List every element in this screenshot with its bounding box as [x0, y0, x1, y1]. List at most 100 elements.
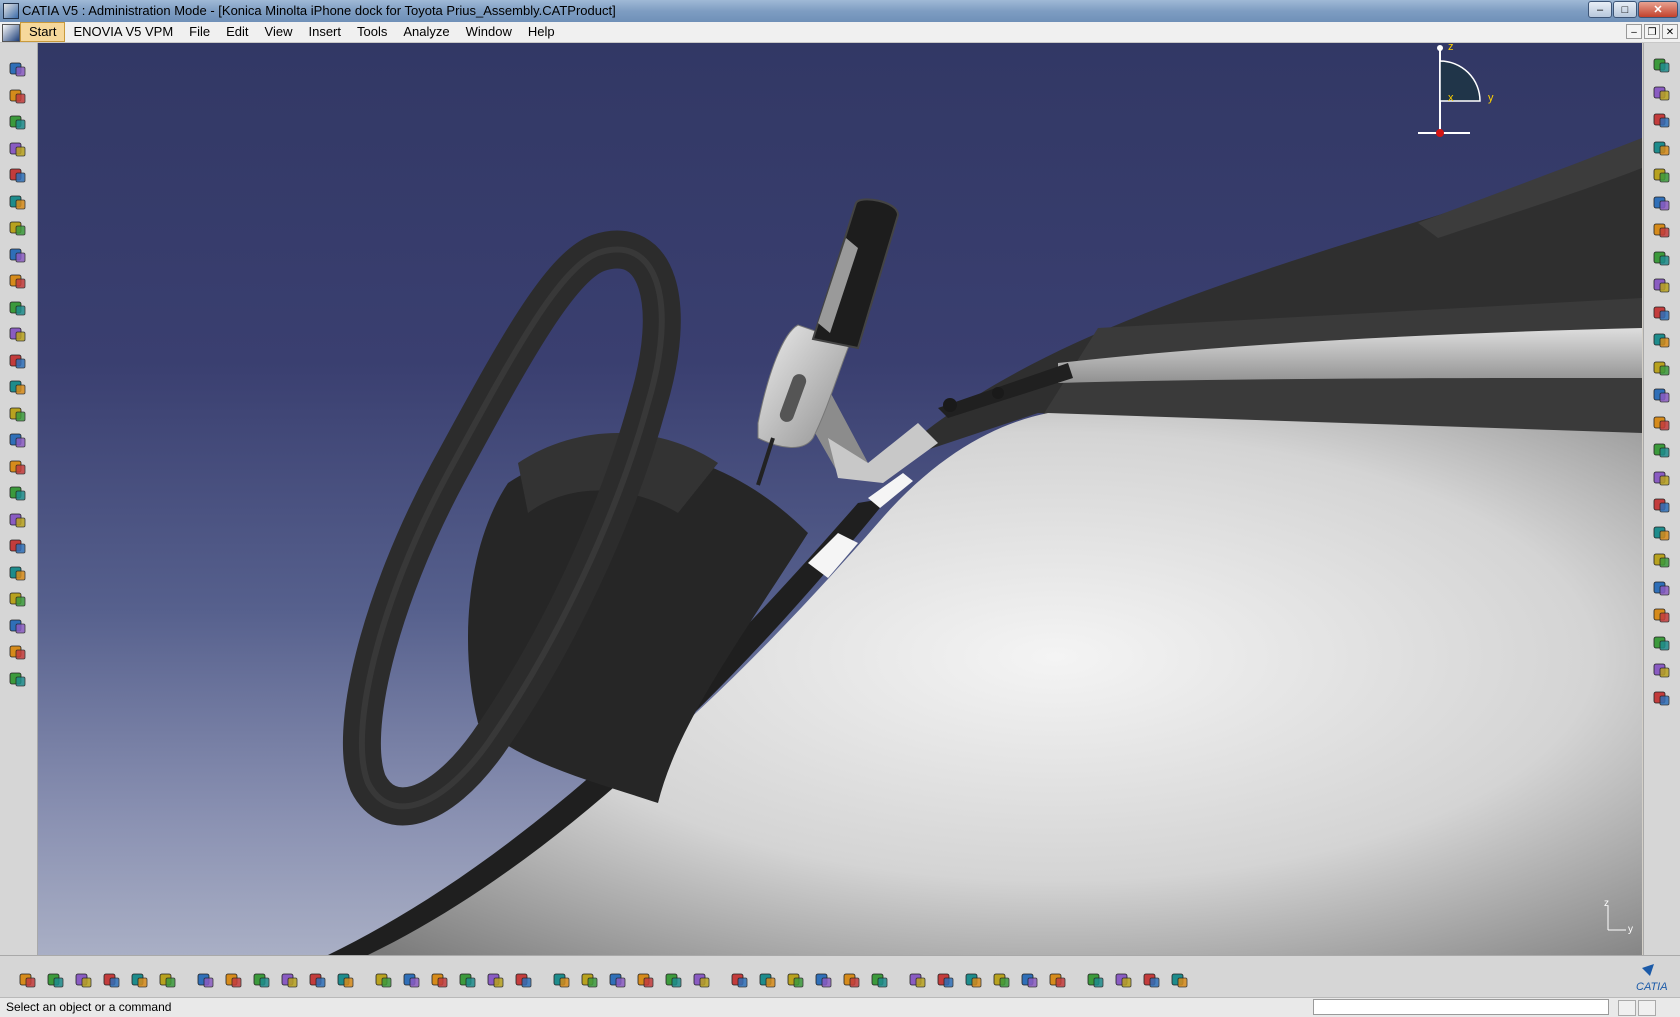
offset-icon[interactable] [1652, 440, 1672, 460]
zoom-out-icon[interactable] [664, 970, 684, 990]
lock-icon[interactable] [458, 970, 478, 990]
open-icon[interactable] [46, 970, 66, 990]
flag-note-icon[interactable] [8, 510, 28, 530]
contact-icon[interactable] [1652, 413, 1672, 433]
dimension-icon[interactable] [8, 457, 28, 477]
part-icon[interactable] [8, 245, 28, 265]
maximize-button[interactable]: □ [1613, 1, 1637, 18]
quick-constraint-icon[interactable] [1652, 550, 1672, 570]
status-button-2[interactable] [1638, 1000, 1656, 1016]
menu-file[interactable]: File [181, 22, 218, 42]
assembly-icon[interactable] [1652, 165, 1672, 185]
select-arrow-icon[interactable] [1652, 83, 1672, 103]
menu-enovia[interactable]: ENOVIA V5 VPM [65, 22, 181, 42]
space-analysis-icon[interactable] [1652, 633, 1672, 653]
isometric-view-icon[interactable] [758, 970, 778, 990]
scene-icon[interactable] [8, 430, 28, 450]
bom-icon[interactable] [8, 616, 28, 636]
start-icon[interactable] [2, 24, 20, 42]
menu-tools[interactable]: Tools [349, 22, 395, 42]
existing-component-icon[interactable] [8, 218, 28, 238]
status-button-1[interactable] [1618, 1000, 1636, 1016]
new-icon[interactable] [18, 970, 38, 990]
ruler-icon[interactable] [8, 324, 28, 344]
point-icon[interactable] [8, 59, 28, 79]
material-icon[interactable] [992, 970, 1012, 990]
sketch-icon[interactable] [936, 970, 956, 990]
table-icon[interactable] [402, 970, 422, 990]
refresh-icon[interactable] [870, 970, 890, 990]
measure-inertia-icon[interactable] [1170, 970, 1190, 990]
eraser-icon[interactable] [8, 139, 28, 159]
undo-icon[interactable] [224, 970, 244, 990]
render-style-icon[interactable] [842, 970, 862, 990]
sectioning-icon[interactable] [8, 563, 28, 583]
close-button[interactable]: ✕ [1638, 1, 1678, 18]
copy-icon[interactable] [158, 970, 178, 990]
reorder-icon[interactable] [8, 298, 28, 318]
catalog-icon[interactable] [8, 589, 28, 609]
kinematics-icon[interactable] [1652, 138, 1672, 158]
component-icon[interactable] [8, 192, 28, 212]
links-icon[interactable] [8, 669, 28, 689]
insert-icon[interactable] [1652, 220, 1672, 240]
fix-icon[interactable] [1652, 495, 1672, 515]
apply-material-icon[interactable] [1020, 970, 1040, 990]
menu-window[interactable]: Window [458, 22, 520, 42]
plane-icon[interactable] [1086, 970, 1106, 990]
menu-edit[interactable]: Edit [218, 22, 256, 42]
comment-icon[interactable] [336, 970, 356, 990]
3d-viewport[interactable]: z x y z y [38, 43, 1642, 955]
fix-together-icon[interactable] [1652, 523, 1672, 543]
gear-icon[interactable] [1652, 55, 1672, 75]
menu-insert[interactable]: Insert [300, 22, 349, 42]
product-structure-icon[interactable] [486, 970, 506, 990]
sweep-icon[interactable] [8, 112, 28, 132]
normal-view-icon[interactable] [692, 970, 712, 990]
replace-icon[interactable] [8, 271, 28, 291]
smart-move-icon[interactable] [1652, 358, 1672, 378]
capture-icon[interactable] [908, 970, 928, 990]
formula-icon[interactable] [308, 970, 328, 990]
measure-icon[interactable] [8, 351, 28, 371]
mechanism-icon[interactable] [1652, 193, 1672, 213]
print-icon[interactable] [102, 970, 122, 990]
cut-icon[interactable] [130, 970, 150, 990]
redo-icon[interactable] [252, 970, 272, 990]
manipulation-icon[interactable] [1652, 275, 1672, 295]
menu-analyze[interactable]: Analyze [395, 22, 457, 42]
annotation-icon[interactable] [8, 536, 28, 556]
menu-view[interactable]: View [257, 22, 301, 42]
tree-icon[interactable] [8, 642, 28, 662]
knowledge-icon[interactable] [374, 970, 394, 990]
update-icon[interactable] [8, 404, 28, 424]
pan-icon[interactable] [580, 970, 600, 990]
hide-show-icon[interactable] [786, 970, 806, 990]
lights-icon[interactable] [1048, 970, 1068, 990]
explode-icon[interactable] [1652, 330, 1672, 350]
minimize-button[interactable]: – [1588, 1, 1612, 18]
menu-start[interactable]: Start [20, 22, 66, 42]
clash-icon[interactable] [1652, 660, 1672, 680]
whats-this-icon[interactable] [280, 970, 300, 990]
spline-icon[interactable] [8, 86, 28, 106]
grid-icon[interactable] [964, 970, 984, 990]
distance-icon[interactable] [1652, 688, 1672, 708]
product-icon[interactable] [8, 165, 28, 185]
flexible-icon[interactable] [1652, 578, 1672, 598]
constraint-icon[interactable] [8, 377, 28, 397]
zoom-in-icon[interactable] [636, 970, 656, 990]
swap-visible-icon[interactable] [814, 970, 834, 990]
doc-minimize-button[interactable]: – [1626, 24, 1642, 39]
measure-between-icon[interactable] [1114, 970, 1134, 990]
fast-multi-instance-icon[interactable] [1652, 110, 1672, 130]
command-input[interactable] [1313, 999, 1609, 1015]
text-icon[interactable] [8, 483, 28, 503]
paste-icon[interactable] [196, 970, 216, 990]
catia-app-icon[interactable] [3, 3, 19, 19]
fly-mode-icon[interactable] [514, 970, 534, 990]
design-table-icon[interactable] [430, 970, 450, 990]
coincidence-icon[interactable] [1652, 385, 1672, 405]
save-icon[interactable] [74, 970, 94, 990]
snap-icon[interactable] [1652, 303, 1672, 323]
